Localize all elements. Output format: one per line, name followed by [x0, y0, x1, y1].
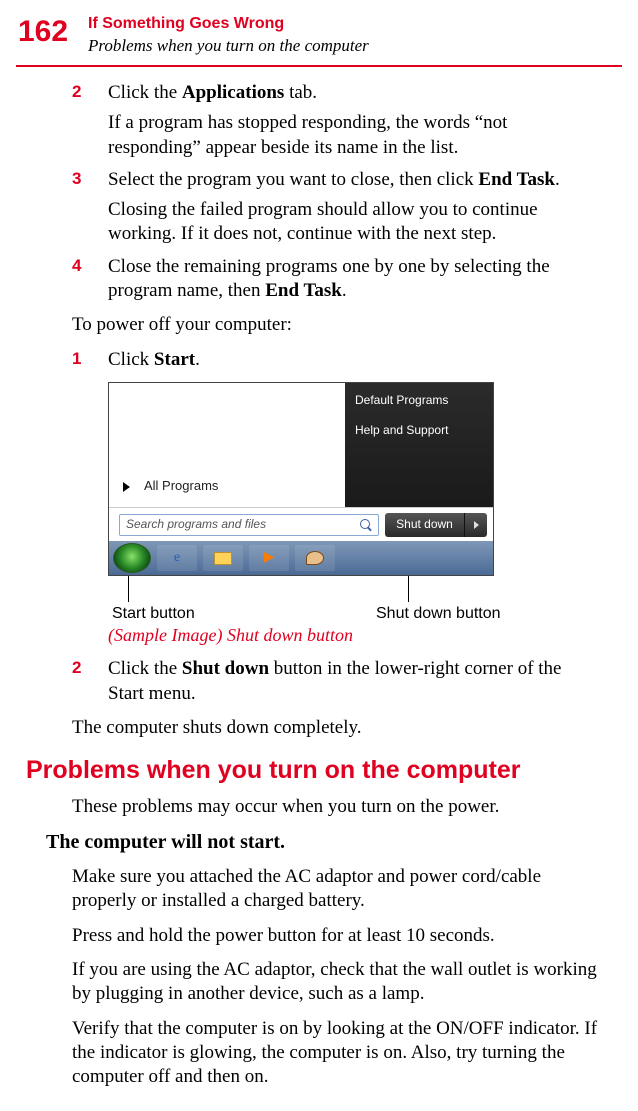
- callout-line-shutdown: [408, 576, 409, 602]
- shutdown-button[interactable]: Shut down: [385, 513, 465, 537]
- step-follow: Closing the failed program should allow …: [108, 198, 598, 247]
- shutdown-button-group: Shut down: [385, 513, 487, 537]
- start-menu-screenshot: All Programs Default Programs Help and S…: [108, 382, 494, 576]
- text: Click: [108, 349, 154, 370]
- paragraph: Press and hold the power button for at l…: [72, 924, 598, 948]
- page-content: 2 Click the Applications tab. If a progr…: [0, 81, 638, 1090]
- subheading: The computer will not start.: [46, 829, 598, 855]
- taskbar-ie-icon[interactable]: e: [157, 545, 197, 571]
- all-programs-item[interactable]: All Programs: [123, 478, 218, 495]
- text: Select the program you want to close, th…: [108, 169, 478, 190]
- taskbar: e ▶: [109, 541, 493, 575]
- step-body: Click the Shut down button in the lower-…: [108, 657, 598, 706]
- search-placeholder: Search programs and files: [126, 517, 266, 533]
- bold-term: Applications: [182, 82, 284, 103]
- figure-caption: (Sample Image) Shut down button: [108, 624, 598, 647]
- step-4: 4 Close the remaining programs one by on…: [72, 255, 598, 304]
- callout-label-shutdown: Shut down button: [376, 604, 501, 625]
- bold-term: Shut down: [182, 658, 269, 679]
- start-menu-figure: All Programs Default Programs Help and S…: [108, 382, 598, 620]
- step-number: 2: [72, 81, 108, 105]
- start-menu-right-pane: Default Programs Help and Support: [345, 383, 493, 507]
- bold-term: End Task: [478, 169, 555, 190]
- search-input[interactable]: Search programs and files: [119, 514, 379, 536]
- poweroff-step-2: 2 Click the Shut down button in the lowe…: [72, 657, 598, 706]
- step-follow: If a program has stopped responding, the…: [108, 111, 598, 160]
- triangle-right-icon: [123, 482, 130, 492]
- step-number: 2: [72, 657, 108, 706]
- text: .: [195, 349, 200, 370]
- section-title: Problems when you turn on the computer: [88, 35, 369, 57]
- figure-callouts: Start button Shut down button: [108, 576, 494, 620]
- step-3: 3 Select the program you want to close, …: [72, 168, 598, 192]
- menu-item-default-programs[interactable]: Default Programs: [355, 393, 483, 409]
- callout-label-start: Start button: [112, 604, 195, 625]
- text: .: [555, 169, 560, 190]
- bold-term: Start: [154, 349, 195, 370]
- poweroff-step-1: 1 Click Start.: [72, 348, 598, 372]
- paragraph: If you are using the AC adaptor, check t…: [72, 958, 598, 1007]
- section-intro: These problems may occur when you turn o…: [72, 795, 598, 819]
- step-body: Select the program you want to close, th…: [108, 168, 598, 192]
- taskbar-paint-icon[interactable]: [295, 545, 335, 571]
- taskbar-explorer-icon[interactable]: [203, 545, 243, 571]
- poweroff-intro: To power off your computer:: [72, 313, 598, 337]
- step-number: 3: [72, 168, 108, 192]
- chevron-right-icon: [474, 521, 479, 529]
- menu-item-help-support[interactable]: Help and Support: [355, 423, 483, 439]
- chapter-title: If Something Goes Wrong: [88, 14, 369, 35]
- step-body: Click Start.: [108, 348, 598, 372]
- paragraph: Make sure you attached the AC adaptor an…: [72, 865, 598, 914]
- text: Click the: [108, 658, 182, 679]
- paragraph: Verify that the computer is on by lookin…: [72, 1017, 598, 1090]
- step-body: Close the remaining programs one by one …: [108, 255, 598, 304]
- step-number: 1: [72, 348, 108, 372]
- callout-line-start: [128, 576, 129, 602]
- search-icon: [360, 519, 372, 531]
- step-2: 2 Click the Applications tab.: [72, 81, 598, 105]
- page-number: 162: [0, 12, 88, 51]
- all-programs-label: All Programs: [144, 478, 218, 495]
- text: .: [342, 280, 347, 301]
- text: tab.: [284, 82, 317, 103]
- palette-icon: [306, 551, 324, 565]
- start-menu-bottom-row: Search programs and files Shut down: [109, 507, 493, 541]
- bold-term: End Task: [265, 280, 342, 301]
- start-menu-left-pane: All Programs: [109, 383, 345, 507]
- step-body: Click the Applications tab.: [108, 81, 598, 105]
- start-menu-top: All Programs Default Programs Help and S…: [109, 383, 493, 507]
- shutdown-options-button[interactable]: [465, 513, 487, 537]
- header-rule: [16, 65, 622, 67]
- text: Click the: [108, 82, 182, 103]
- step-number: 4: [72, 255, 108, 304]
- folder-icon: [214, 552, 232, 565]
- taskbar-media-icon[interactable]: ▶: [249, 545, 289, 571]
- start-button[interactable]: [113, 543, 151, 573]
- page-header: 162 If Something Goes Wrong Problems whe…: [0, 0, 638, 61]
- header-titles: If Something Goes Wrong Problems when yo…: [88, 12, 369, 57]
- section-heading: Problems when you turn on the computer: [26, 754, 598, 787]
- poweroff-result: The computer shuts down completely.: [72, 716, 598, 740]
